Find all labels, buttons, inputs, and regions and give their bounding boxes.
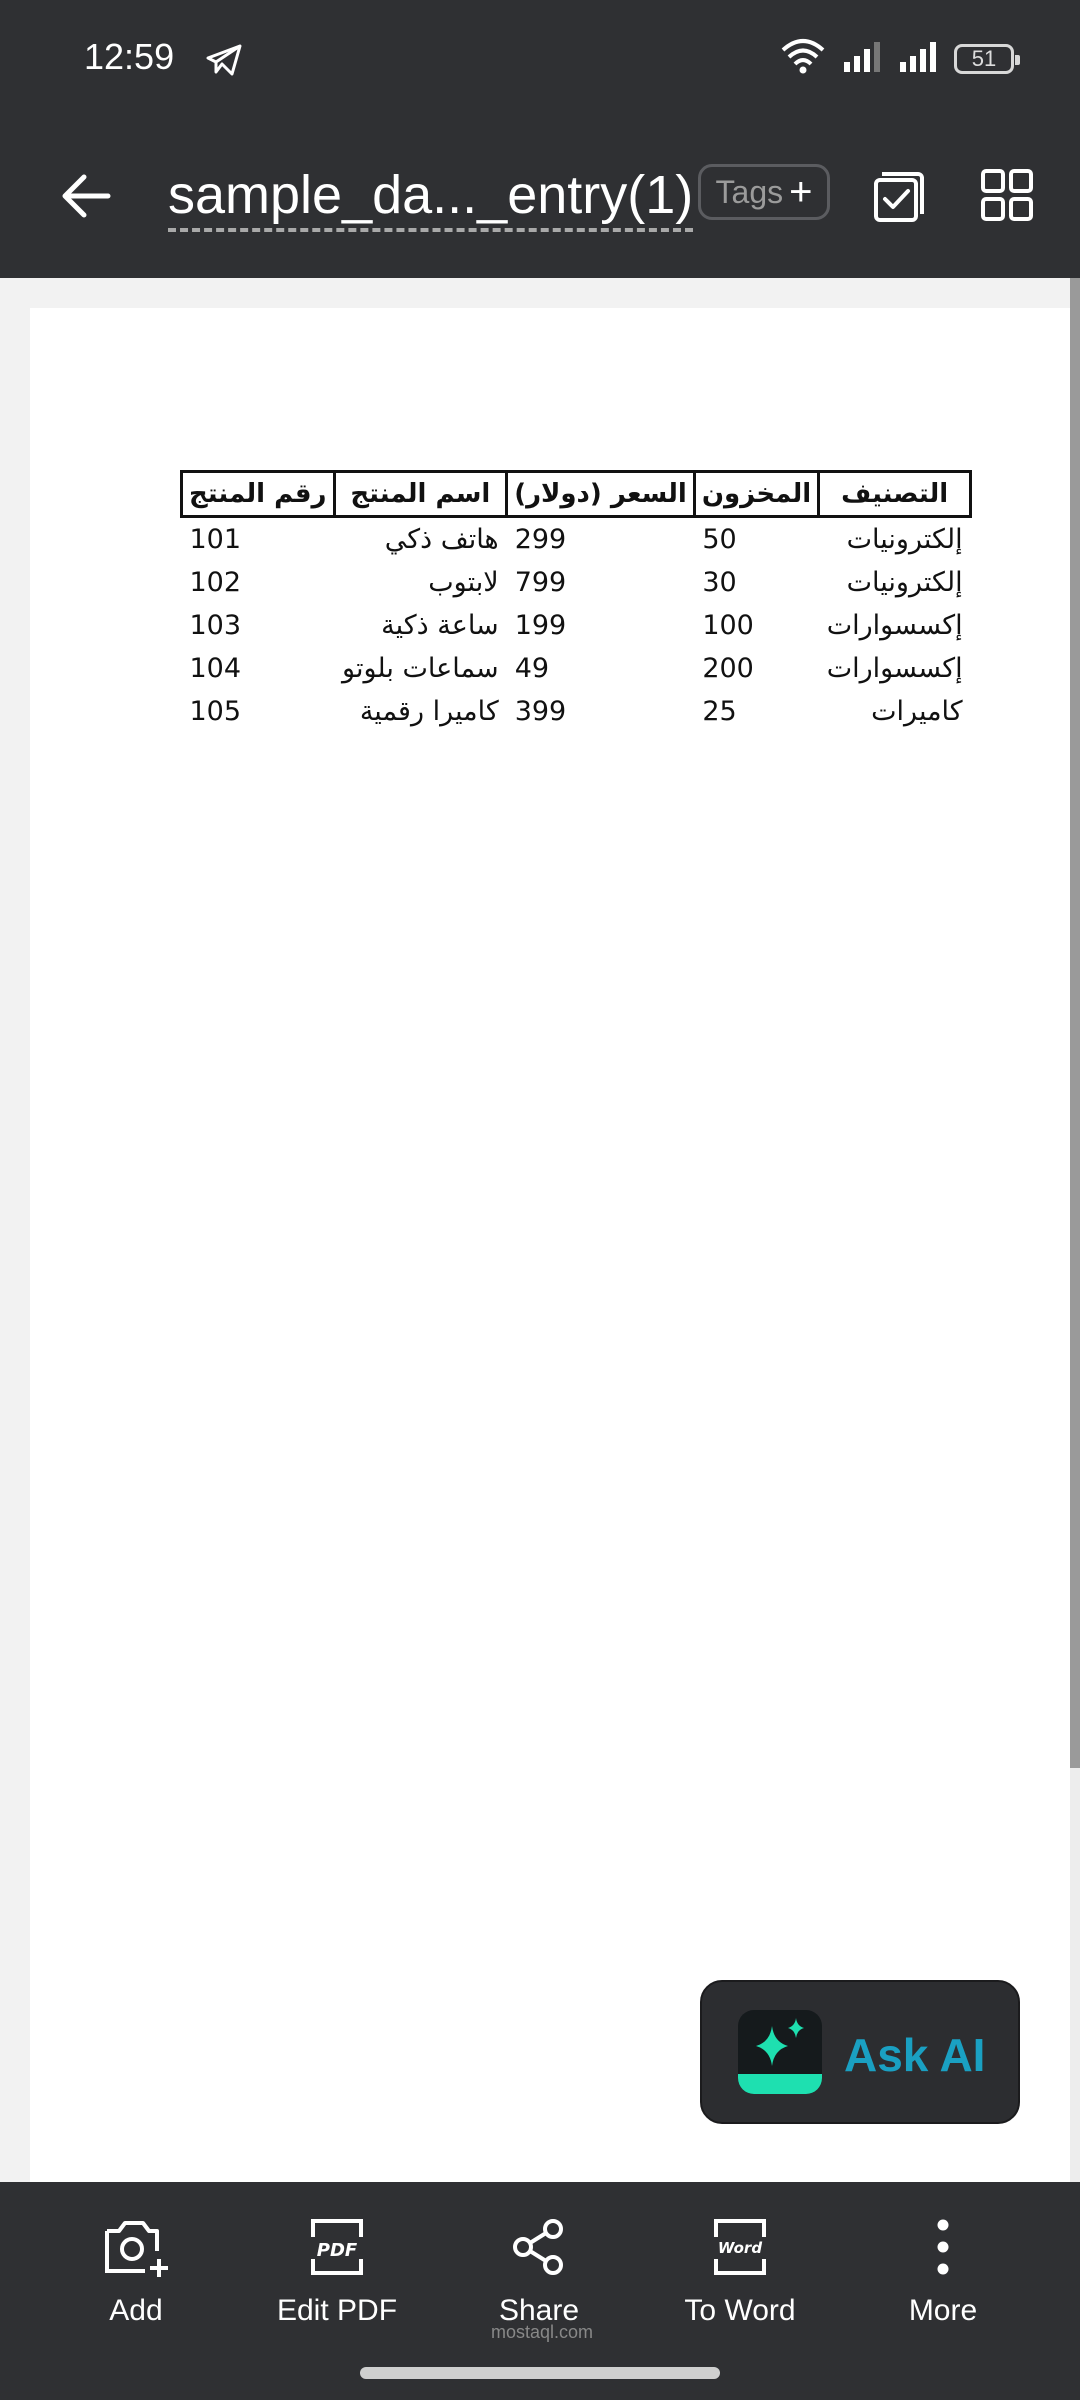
edit-pdf-label: Edit PDF (276, 2294, 398, 2327)
cell-product-id: 101 (189, 524, 242, 555)
header-stock: المخزون (692, 470, 821, 518)
cell-stock: 50 (702, 524, 737, 555)
cell-stock: 25 (702, 696, 737, 727)
svg-text:Word: Word (718, 2239, 762, 2257)
select-check-icon[interactable] (872, 168, 928, 229)
table-header-row: التصنيف المخزون السعر (دولار) اسم المنتج… (180, 470, 973, 518)
telegram-icon (206, 44, 242, 81)
more-vertical-icon (843, 2212, 1043, 2282)
document-page[interactable]: التصنيف المخزون السعر (دولار) اسم المنتج… (30, 308, 1070, 2182)
scrollbar-track (1070, 1768, 1080, 2182)
cell-stock: 30 (702, 567, 737, 598)
cell-stock: 200 (702, 653, 754, 684)
svg-text:PDF: PDF (317, 2240, 358, 2261)
table-row: إكسسوارات 100 199 ساعة ذكية 103 (182, 604, 971, 647)
cell-stock: 100 (702, 610, 754, 641)
cell-category: إكسسوارات (826, 653, 963, 684)
cell-price: 799 (514, 567, 567, 598)
tags-label: Tags (715, 173, 784, 210)
cell-price: 399 (514, 696, 567, 727)
cell-product-name: ساعة ذكية (381, 610, 499, 641)
add-label: Add (109, 2294, 163, 2327)
app-bar: sample_da..._entry(1) Tags + (0, 124, 1080, 278)
table-row: كاميرات 25 399 كاميرا رقمية 105 (182, 690, 971, 733)
cell-product-id: 104 (189, 653, 242, 684)
sparkle-icon (738, 2010, 822, 2094)
ask-ai-label: Ask AI (844, 2029, 986, 2081)
edit-pdf-icon: PDF (237, 2212, 437, 2282)
signal-icon-2 (898, 40, 938, 77)
home-indicator[interactable] (360, 2367, 720, 2379)
cell-price: 299 (514, 524, 567, 555)
share-icon (439, 2212, 639, 2282)
grid-view-icon[interactable] (980, 168, 1034, 227)
document-title[interactable]: sample_da..._entry(1) (168, 164, 694, 232)
cell-product-name: كاميرا رقمية (359, 696, 499, 727)
tags-button[interactable]: Tags + (698, 164, 830, 220)
cell-product-id: 105 (189, 696, 242, 727)
cell-product-id: 103 (189, 610, 242, 641)
cell-category: كاميرات (871, 696, 963, 727)
plus-icon: + (789, 170, 813, 214)
status-bar: 12:59 51 (0, 0, 1080, 124)
scrollbar-thumb[interactable] (1070, 278, 1080, 1768)
watermark: mostaql.com (490, 2322, 594, 2342)
cell-product-name: سماعات بلوتو (342, 653, 499, 684)
cell-product-name: لابتوب (428, 567, 499, 598)
to-word-button[interactable]: Word To Word (640, 2212, 840, 2342)
cell-category: إكسسوارات (826, 610, 963, 641)
more-label: More (908, 2294, 978, 2327)
header-price: السعر (دولار) (505, 470, 696, 518)
to-word-label: To Word (684, 2294, 796, 2327)
cell-product-id: 102 (189, 567, 242, 598)
more-button[interactable]: More (843, 2212, 1043, 2342)
product-table: التصنيف المخزون السعر (دولار) اسم المنتج… (180, 470, 973, 733)
header-category: التصنيف (817, 470, 973, 518)
cell-category: إلكترونيات (846, 567, 963, 598)
cell-price: 49 (514, 653, 550, 684)
signal-icon-1 (842, 40, 882, 77)
header-product-name: اسم المنتج (332, 470, 509, 518)
wifi-icon (780, 38, 826, 79)
table-row: إلكترونيات 50 299 هاتف ذكي 101 (182, 517, 971, 562)
status-time: 12:59 (84, 36, 175, 77)
table-row: إلكترونيات 30 799 لابتوب 102 (182, 561, 971, 604)
table-row: إكسسوارات 200 49 سماعات بلوتو 104 (182, 647, 971, 690)
cell-product-name: هاتف ذكي (384, 524, 499, 555)
edit-pdf-button[interactable]: PDF Edit PDF (237, 2212, 437, 2342)
back-arrow-icon[interactable] (60, 172, 112, 225)
ask-ai-button[interactable]: Ask AI (700, 1980, 1020, 2124)
cell-price: 199 (514, 610, 567, 641)
battery-icon: 51 (954, 43, 1020, 74)
header-product-id: رقم المنتج (180, 470, 336, 518)
add-button[interactable]: Add (36, 2212, 236, 2342)
add-photo-icon (36, 2212, 236, 2282)
to-word-icon: Word (640, 2212, 840, 2282)
cell-category: إلكترونيات (846, 524, 963, 555)
